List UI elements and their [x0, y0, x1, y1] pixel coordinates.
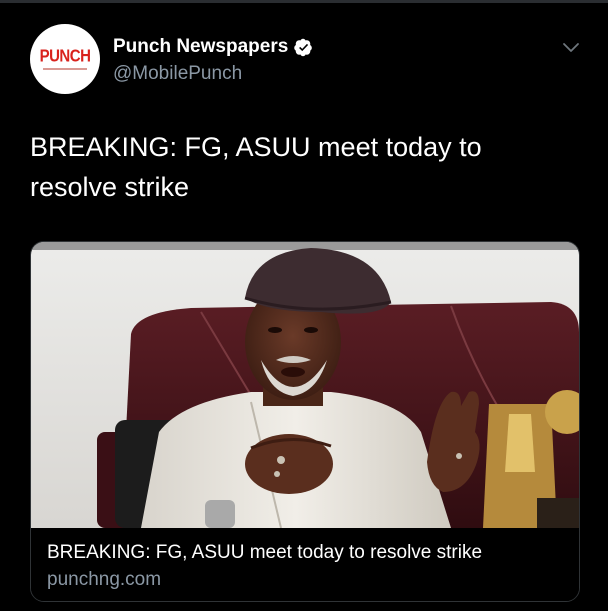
tweet-text: BREAKING: FG, ASUU meet today to resolve…	[30, 132, 482, 202]
verified-badge-icon	[294, 38, 313, 56]
display-name[interactable]: Punch Newspapers	[113, 36, 288, 58]
author-info: Punch Newspapers @MobilePunch	[113, 35, 313, 85]
avatar-tagline	[43, 67, 87, 70]
card-image[interactable]	[31, 242, 579, 528]
chevron-down-icon[interactable]	[561, 38, 581, 58]
tweet[interactable]: PUNCH Punch Newspapers @MobilePunch BREA…	[0, 0, 608, 611]
avatar-logo: PUNCH	[39, 46, 91, 66]
avatar[interactable]: PUNCH	[30, 24, 100, 94]
card-domain[interactable]: punchng.com	[47, 569, 161, 591]
name-row: Punch Newspapers	[113, 35, 313, 59]
card-footer[interactable]: BREAKING: FG, ASUU meet today to resolve…	[31, 528, 579, 601]
link-card[interactable]: BREAKING: FG, ASUU meet today to resolve…	[30, 241, 580, 602]
author-handle[interactable]: @MobilePunch	[113, 63, 313, 85]
card-title[interactable]: BREAKING: FG, ASUU meet today to resolve…	[47, 542, 482, 564]
